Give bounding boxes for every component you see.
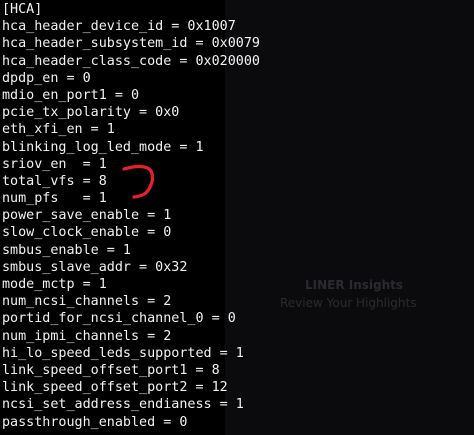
- config-line: mdio_en_port1 = 0: [2, 87, 140, 103]
- config-line: blinking_log_led_mode = 1: [2, 139, 204, 155]
- config-line: hca_header_subsystem_id = 0x0079: [2, 36, 260, 52]
- faded-insights-title: LINER Insights: [305, 278, 404, 292]
- config-line: pcie_tx_polarity = 0x0: [2, 105, 180, 121]
- config-line: hca_header_class_code = 0x020000: [2, 53, 260, 69]
- background-panel: [225, 0, 474, 435]
- config-line: link_speed_offset_port2 = 12: [2, 380, 228, 396]
- faded-insights-subtitle: Review Your Highlights: [280, 296, 417, 310]
- terminal-window[interactable]: LINER Insights Review Your Highlights [H…: [0, 0, 474, 435]
- section-header: [HCA]: [2, 2, 43, 17]
- config-line: hca_header_device_id = 0x1007: [2, 19, 236, 35]
- red-bracket-icon: [122, 164, 155, 199]
- config-line: power_save_enable = 1: [2, 208, 172, 224]
- config-line: eth_xfi_en = 1: [2, 122, 115, 138]
- config-line: portid_for_ncsi_channel_0 = 0: [2, 311, 236, 327]
- config-line: smbus_slave_addr = 0x32: [2, 259, 188, 275]
- config-line: num_ipmi_channels = 2: [2, 328, 172, 344]
- config-line: passthrough_enabled = 0: [2, 414, 188, 430]
- config-line: link_speed_offset_port1 = 8: [2, 362, 220, 378]
- config-line: ncsi_set_address_endianess = 1: [2, 397, 244, 413]
- config-line: hi_lo_speed_leds_supported = 1: [2, 345, 244, 361]
- config-listing: [HCA] hca_header_device_id = 0x1007 hca_…: [2, 1, 260, 431]
- config-line: num_ncsi_channels = 2: [2, 294, 172, 310]
- config-line: mode_mctp = 1: [2, 277, 107, 292]
- config-line: dpdp_en = 0: [2, 70, 91, 86]
- config-line: smbus_enable = 1: [2, 242, 131, 258]
- config-line: slow_clock_enable = 0: [2, 225, 172, 241]
